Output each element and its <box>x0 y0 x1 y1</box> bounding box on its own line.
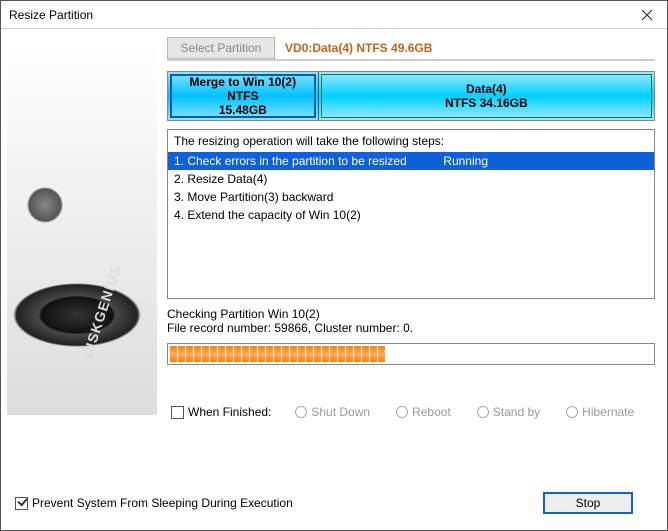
part-a-size: 15.48GB <box>219 103 267 117</box>
selected-partition-label: VD0:Data(4) NTFS 49.6GB <box>285 41 432 55</box>
partition-segment-data[interactable]: Data(4) NTFS 34.16GB <box>319 72 654 120</box>
progress-segment <box>234 346 241 362</box>
progress-segment <box>274 346 281 362</box>
progress-segment <box>346 346 353 362</box>
progress-segment <box>242 346 249 362</box>
step-item: 4. Extend the capacity of Win 10(2) <box>168 206 654 224</box>
finish-radio[interactable]: Hibernate <box>566 405 634 419</box>
part-b-size: NTFS 34.16GB <box>445 96 528 110</box>
part-b-name: Data(4) <box>466 82 507 96</box>
window-title: Resize Partition <box>9 8 627 22</box>
finish-radio[interactable]: Shut Down <box>295 405 370 419</box>
prevent-sleep-checkbox[interactable]: Prevent System From Sleeping During Exec… <box>15 496 293 510</box>
radio-label: Stand by <box>493 405 540 419</box>
progress-segment <box>194 346 201 362</box>
progress-segment <box>290 346 297 362</box>
progress-segment <box>226 346 233 362</box>
progress-segment <box>202 346 209 362</box>
progress-segment <box>282 346 289 362</box>
progress-segment <box>378 346 385 362</box>
checkbox-icon <box>15 497 28 510</box>
status-line-2: File record number: 59866, Cluster numbe… <box>167 321 655 335</box>
status-line-1: Checking Partition Win 10(2) <box>167 307 655 321</box>
when-finished-label: When Finished: <box>188 405 271 419</box>
titlebar: Resize Partition <box>1 1 667 29</box>
progress-segment <box>178 346 185 362</box>
radio-label: Reboot <box>412 405 451 419</box>
radio-icon <box>396 406 408 418</box>
progress-segment <box>306 346 313 362</box>
progress-segment <box>370 346 377 362</box>
progress-segment <box>354 346 361 362</box>
step-item: 3. Move Partition(3) backward <box>168 188 654 206</box>
progress-segment <box>210 346 217 362</box>
part-a-fs: NTFS <box>227 89 258 103</box>
radio-icon <box>566 406 578 418</box>
disk-illustration <box>7 35 157 415</box>
steps-box: The resizing operation will take the fol… <box>167 129 655 299</box>
steps-title: The resizing operation will take the fol… <box>168 130 654 152</box>
close-icon <box>641 9 653 21</box>
prevent-sleep-label: Prevent System From Sleeping During Exec… <box>32 496 293 510</box>
progress-segment <box>338 346 345 362</box>
finish-radio[interactable]: Reboot <box>396 405 451 419</box>
when-finished-checkbox[interactable]: When Finished: <box>171 405 271 419</box>
step-item: 2. Resize Data(4) <box>168 170 654 188</box>
radio-label: Shut Down <box>311 405 370 419</box>
radio-label: Hibernate <box>582 405 634 419</box>
close-button[interactable] <box>627 1 667 29</box>
step-item: 1. Check errors in the partition to be r… <box>168 152 654 170</box>
progress-segment <box>266 346 273 362</box>
progress-bar <box>167 343 655 365</box>
resize-partition-window: Resize Partition Select Partition VD0:Da… <box>0 0 668 531</box>
progress-segment <box>218 346 225 362</box>
progress-segment <box>258 346 265 362</box>
select-partition-button[interactable]: Select Partition <box>167 37 275 59</box>
partition-segment-merge[interactable]: Merge to Win 10(2) NTFS 15.48GB <box>168 72 319 120</box>
radio-icon <box>477 406 489 418</box>
part-a-name: Merge to Win 10(2) <box>190 75 297 89</box>
progress-segment <box>314 346 321 362</box>
radio-icon <box>295 406 307 418</box>
partition-bar[interactable]: Merge to Win 10(2) NTFS 15.48GB Data(4) … <box>167 71 655 121</box>
progress-segment <box>170 346 177 362</box>
progress-segment <box>322 346 329 362</box>
progress-segment <box>250 346 257 362</box>
stop-button[interactable]: Stop <box>543 492 633 514</box>
progress-segment <box>362 346 369 362</box>
progress-segment <box>186 346 193 362</box>
checkbox-icon <box>171 406 184 419</box>
progress-segment <box>298 346 305 362</box>
progress-segment <box>330 346 337 362</box>
finish-radio[interactable]: Stand by <box>477 405 540 419</box>
